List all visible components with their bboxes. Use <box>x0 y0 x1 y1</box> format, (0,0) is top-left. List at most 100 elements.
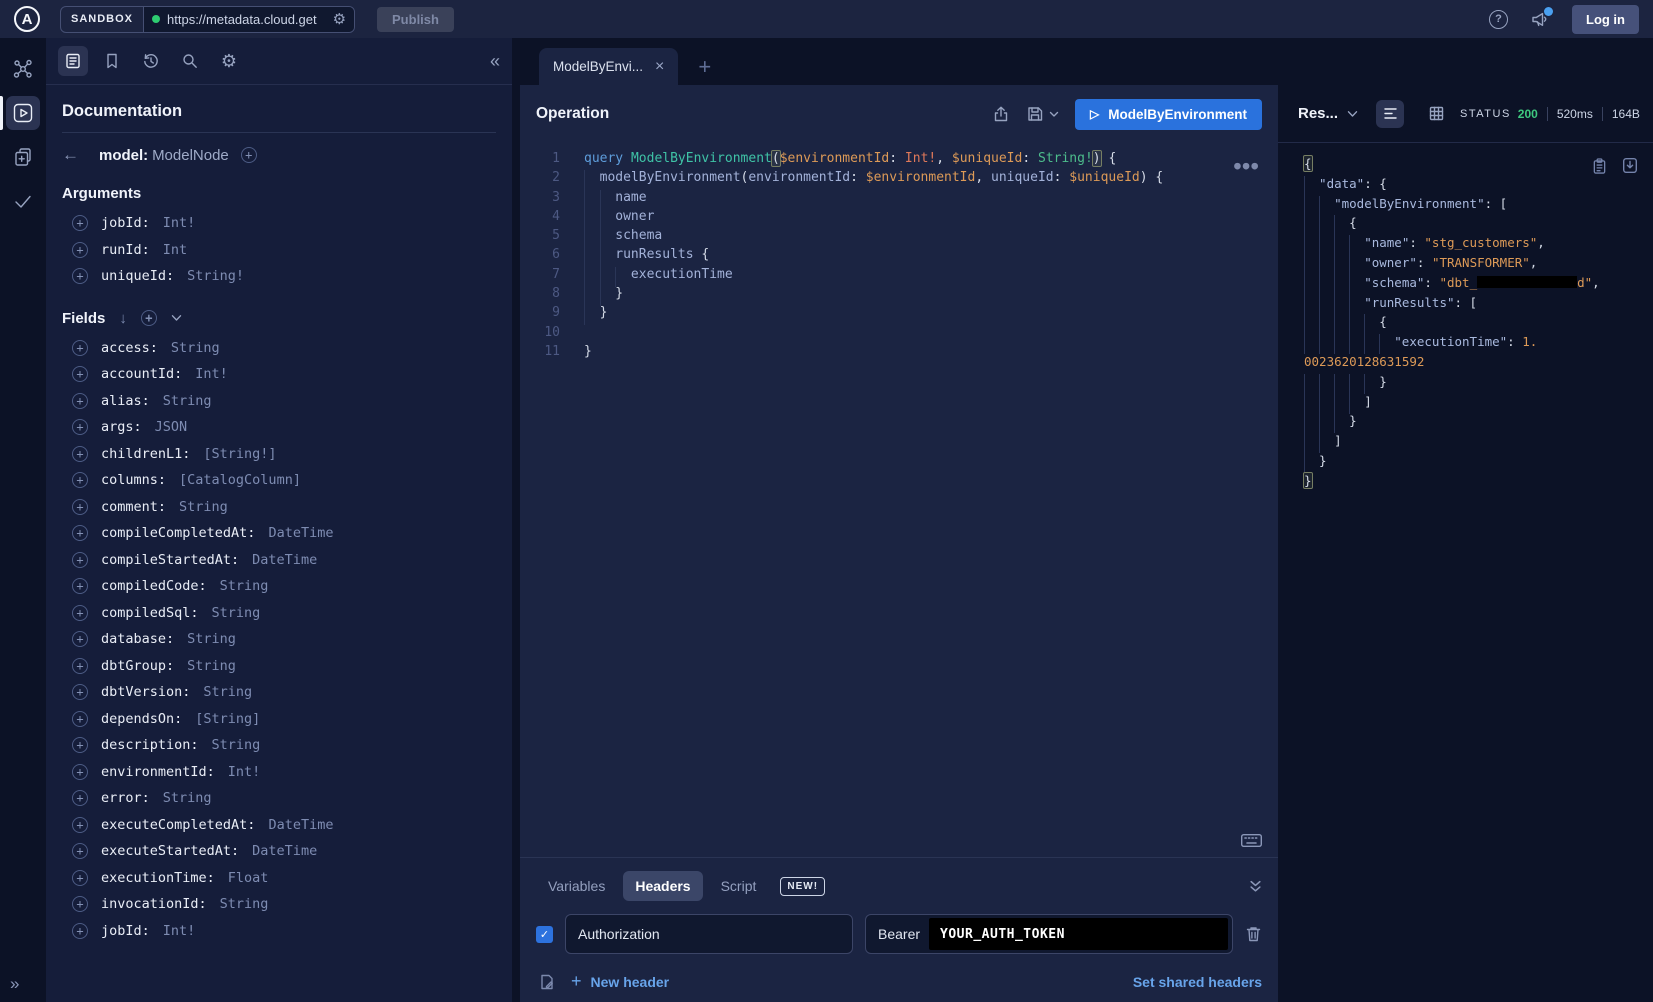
field-type[interactable]: String <box>163 790 212 806</box>
field-type[interactable]: DateTime <box>268 817 333 833</box>
header-key-input[interactable]: Authorization <box>565 914 853 954</box>
breadcrumb-type-name[interactable]: ModelNode <box>152 147 229 164</box>
field-row[interactable]: +access:String <box>62 335 496 362</box>
field-row[interactable]: +comment:String <box>62 494 496 521</box>
field-row[interactable]: +compileStartedAt:DateTime <box>62 547 496 574</box>
nav-schema-graph-icon[interactable] <box>6 52 40 86</box>
bookmarks-tab-icon[interactable] <box>97 46 127 76</box>
field-row[interactable]: +description:String <box>62 732 496 759</box>
field-row[interactable]: +accountId:Int! <box>62 361 496 388</box>
add-to-query-icon[interactable]: + <box>72 817 88 833</box>
keyboard-shortcuts-icon[interactable] <box>1241 834 1262 847</box>
add-to-query-icon[interactable]: + <box>72 658 88 674</box>
field-row[interactable]: +dbtVersion:String <box>62 679 496 706</box>
add-to-query-icon[interactable]: + <box>72 764 88 780</box>
new-tab-icon[interactable]: + <box>698 56 711 78</box>
close-tab-icon[interactable]: × <box>655 58 664 76</box>
field-row[interactable]: +error:String <box>62 785 496 812</box>
graphql-editor[interactable]: ●●● 1query ModelByEnvironment($environme… <box>520 143 1278 857</box>
save-operation-control[interactable] <box>1026 105 1059 123</box>
header-value-input[interactable]: Bearer YOUR_AUTH_TOKEN <box>865 914 1233 954</box>
add-to-query-icon[interactable]: + <box>72 896 88 912</box>
field-row[interactable]: +compiledSql:String <box>62 600 496 627</box>
sort-fields-icon[interactable]: ↓ <box>119 310 127 327</box>
add-all-fields-icon[interactable]: + <box>141 310 157 326</box>
field-type[interactable]: Float <box>228 870 269 886</box>
new-header-button[interactable]: + New header <box>571 971 669 992</box>
field-row[interactable]: +compiledCode:String <box>62 573 496 600</box>
search-tab-icon[interactable] <box>175 46 205 76</box>
field-row[interactable]: +database:String <box>62 626 496 653</box>
response-table-view-icon[interactable] <box>1422 100 1450 128</box>
field-type[interactable]: String <box>171 340 220 356</box>
nav-explorer-icon[interactable] <box>6 96 40 130</box>
publish-button[interactable]: Publish <box>377 7 454 32</box>
fields-options-chevron-icon[interactable] <box>171 314 182 322</box>
documentation-tab-icon[interactable] <box>58 46 88 76</box>
argument-row[interactable]: +runId:Int <box>62 237 496 264</box>
field-row[interactable]: +dependsOn:[String] <box>62 706 496 733</box>
header-enabled-checkbox[interactable]: ✓ <box>536 926 553 943</box>
add-to-query-icon[interactable]: + <box>72 340 88 356</box>
add-to-query-icon[interactable]: + <box>72 419 88 435</box>
add-to-query-icon[interactable]: + <box>72 578 88 594</box>
add-to-query-icon[interactable]: + <box>72 711 88 727</box>
history-tab-icon[interactable] <box>136 46 166 76</box>
argument-row[interactable]: +jobId:Int! <box>62 210 496 237</box>
announcements-icon[interactable] <box>1530 10 1550 28</box>
response-title-dropdown[interactable]: Res... <box>1298 105 1358 122</box>
field-type[interactable]: [CatalogColumn] <box>179 472 301 488</box>
field-row[interactable]: +childrenL1:[String!] <box>62 441 496 468</box>
add-to-query-icon[interactable]: + <box>72 631 88 647</box>
field-type[interactable]: String <box>220 578 269 594</box>
add-to-query-icon[interactable]: + <box>72 393 88 409</box>
login-button[interactable]: Log in <box>1572 5 1639 34</box>
endpoint-settings-icon[interactable]: ⚙ <box>333 12 346 27</box>
add-to-query-icon[interactable]: + <box>72 215 88 231</box>
field-type[interactable]: Int <box>163 242 187 258</box>
argument-row[interactable]: +uniqueId:String! <box>62 263 496 290</box>
add-to-query-icon[interactable]: + <box>72 684 88 700</box>
field-type[interactable]: JSON <box>155 419 188 435</box>
field-type[interactable]: DateTime <box>252 843 317 859</box>
field-type[interactable]: Int! <box>163 215 196 231</box>
add-field-icon[interactable]: + <box>241 147 257 163</box>
field-row[interactable]: +invocationId:String <box>62 891 496 918</box>
add-to-query-icon[interactable]: + <box>72 366 88 382</box>
field-type[interactable]: [String!] <box>203 446 276 462</box>
field-type[interactable]: String! <box>187 268 244 284</box>
nav-checks-icon[interactable] <box>6 184 40 218</box>
run-operation-button[interactable]: ▷ ModelByEnvironment <box>1075 99 1262 130</box>
field-row[interactable]: +compileCompletedAt:DateTime <box>62 520 496 547</box>
field-type[interactable]: Int! <box>163 923 196 939</box>
response-body[interactable]: {"data": {"modelByEnvironment": [{"name"… <box>1278 143 1653 1002</box>
tab-script[interactable]: Script <box>709 871 769 901</box>
add-to-query-icon[interactable]: + <box>72 472 88 488</box>
add-to-query-icon[interactable]: + <box>72 790 88 806</box>
field-type[interactable]: Int! <box>195 366 228 382</box>
add-to-query-icon[interactable]: + <box>72 525 88 541</box>
add-to-query-icon[interactable]: + <box>72 446 88 462</box>
add-to-query-icon[interactable]: + <box>72 268 88 284</box>
copy-response-icon[interactable] <box>1592 157 1607 175</box>
field-row[interactable]: +environmentId:Int! <box>62 759 496 786</box>
nav-operations-icon[interactable] <box>6 140 40 174</box>
field-type[interactable]: String <box>220 896 269 912</box>
field-type[interactable]: String <box>163 393 212 409</box>
add-to-query-icon[interactable]: + <box>72 552 88 568</box>
add-to-query-icon[interactable]: + <box>72 843 88 859</box>
share-operation-icon[interactable] <box>992 105 1010 123</box>
field-type[interactable]: String <box>179 499 228 515</box>
add-to-query-icon[interactable]: + <box>72 242 88 258</box>
download-response-icon[interactable] <box>1622 157 1638 175</box>
field-type[interactable]: [String] <box>195 711 260 727</box>
field-row[interactable]: +args:JSON <box>62 414 496 441</box>
field-row[interactable]: +executeCompletedAt:DateTime <box>62 812 496 839</box>
add-to-query-icon[interactable]: + <box>72 499 88 515</box>
collapse-docs-panel-icon[interactable]: « <box>490 51 500 72</box>
expand-rail-icon[interactable]: » <box>10 974 19 994</box>
field-row[interactable]: +dbtGroup:String <box>62 653 496 680</box>
editor-menu-icon[interactable]: ●●● <box>1234 159 1260 172</box>
settings-tab-icon[interactable]: ⚙ <box>214 46 244 76</box>
field-type[interactable]: String <box>212 737 261 753</box>
